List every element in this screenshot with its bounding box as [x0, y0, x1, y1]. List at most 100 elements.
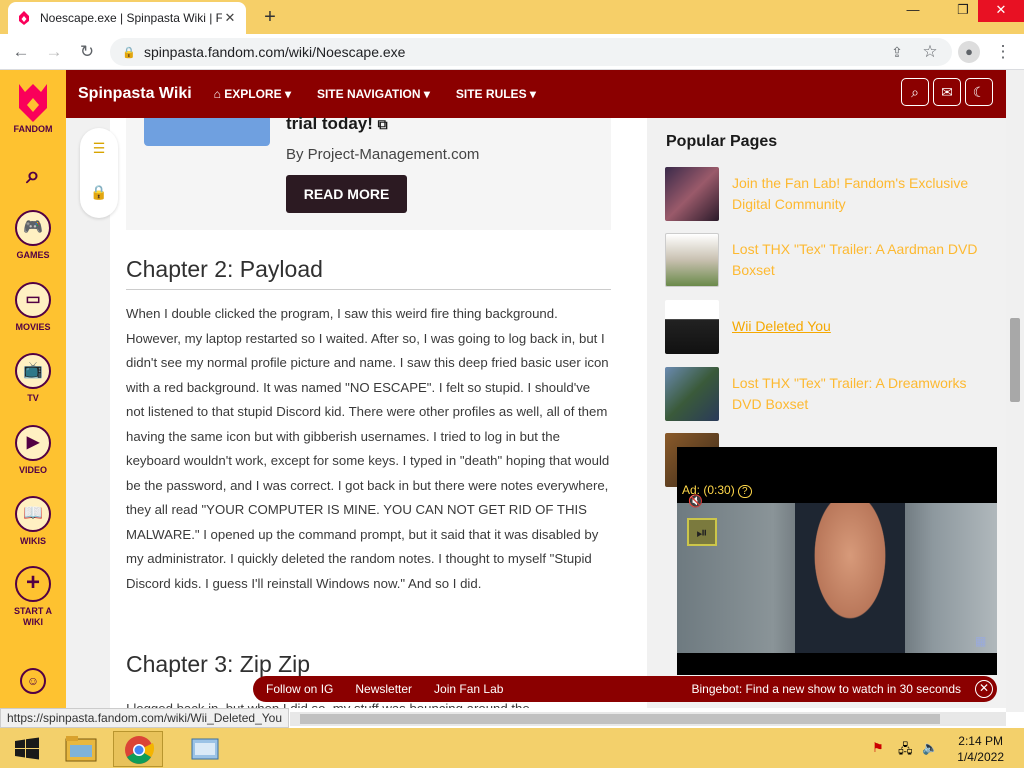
back-icon[interactable]: ←: [10, 41, 32, 63]
chapter-2-paragraph: When I double clicked the program, I saw…: [126, 306, 610, 591]
tab-close-icon[interactable]: ✕: [222, 10, 238, 26]
window-restore-icon[interactable]: ❐: [946, 0, 980, 22]
popular-page-item[interactable]: Lost THX "Tex" Trailer: A Aardman DVD Bo…: [665, 233, 985, 287]
bingebot-promo-link[interactable]: Bingebot: Find a new show to watch in 30…: [692, 682, 962, 696]
rail-label-tv: TV: [27, 393, 39, 403]
plus-icon: +: [15, 566, 51, 602]
ad-choices-icon[interactable]: ▦: [975, 634, 986, 648]
popular-page-label: Wii Deleted You: [732, 318, 831, 334]
popular-page-label: Lost THX "Tex" Trailer: A Dreamworks DVD…: [732, 375, 967, 412]
fandom-flame-icon: [19, 84, 47, 122]
file-explorer-icon[interactable]: [56, 731, 106, 767]
tab-title: Noescape.exe | Spinpasta Wiki | F: [40, 11, 222, 25]
rail-label-start-wiki: START A WIKI: [14, 606, 52, 627]
rail-label-wikis: WIKIS: [20, 536, 46, 546]
horizontal-scroll-thumb[interactable]: [300, 714, 940, 724]
help-icon[interactable]: ?: [738, 485, 752, 498]
window-minimize-icon[interactable]: —: [896, 0, 930, 22]
play-pause-icon[interactable]: ⏯: [687, 518, 717, 546]
popular-page-thumb: [665, 233, 719, 287]
bookmark-star-icon[interactable]: ☆: [919, 41, 941, 63]
chrome-icon[interactable]: [113, 731, 163, 767]
action-center-flag-icon[interactable]: ⚑: [872, 740, 884, 756]
ad-title-text: trial today!: [286, 114, 373, 133]
nav-site-navigation-label: SITE NAVIGATION: [316, 87, 421, 101]
read-more-button[interactable]: READ MORE: [286, 175, 407, 213]
system-clock[interactable]: 2:14 PM 1/4/2022: [957, 733, 1004, 765]
popular-page-label: Join the Fan Lab! Fandom's Exclusive Dig…: [732, 175, 969, 212]
nav-site-navigation[interactable]: SITE NAVIGATION ▾: [317, 87, 430, 101]
table-of-contents-icon[interactable]: ☰: [87, 136, 111, 160]
chapter-2-heading: Chapter 2: Payload: [126, 256, 611, 290]
rail-search[interactable]: ⌕: [0, 160, 66, 200]
theme-toggle-icon[interactable]: ☾: [965, 78, 993, 106]
menu-dots-icon[interactable]: ⋮: [992, 41, 1014, 63]
network-icon[interactable]: 🖧: [898, 740, 913, 762]
wiki-name[interactable]: Spinpasta Wiki: [78, 85, 192, 103]
popular-page-thumb: [665, 300, 719, 354]
window-close-icon[interactable]: ✕: [978, 0, 1024, 22]
rail-label-movies: MOVIES: [15, 322, 51, 332]
browser-tab[interactable]: Noescape.exe | Spinpasta Wiki | F ✕: [8, 2, 246, 34]
rail-account[interactable]: ☺: [0, 668, 66, 698]
rail-item-tv[interactable]: 📺 TV: [0, 353, 66, 403]
profile-icon[interactable]: ●: [958, 41, 980, 63]
status-url: https://spinpasta.fandom.com/wiki/Wii_De…: [0, 708, 290, 728]
volume-muted-icon[interactable]: 🔈: [922, 740, 938, 756]
forward-icon[interactable]: →: [43, 41, 65, 63]
fandom-rail: FANDOM ⌕ 🎮 GAMES ▭ MOVIES 📺 TV ▶ VIDEO 📖…: [0, 70, 66, 728]
nav-site-rules[interactable]: SITE RULES ▾: [456, 87, 536, 101]
tv-icon: 📺: [15, 353, 51, 389]
windows-taskbar: ⚑ 🖧 🔈 2:14 PM 1/4/2022: [0, 728, 1024, 768]
lock-icon: 🔒: [122, 46, 136, 59]
wiki-search-icon[interactable]: ⌕: [901, 78, 929, 106]
video-ad-person: [795, 503, 905, 653]
new-tab-icon[interactable]: +: [258, 5, 282, 29]
rail-item-start-wiki[interactable]: + START A WIKI: [0, 566, 66, 628]
nav-explore[interactable]: ⌂ EXPLORE ▾: [214, 87, 291, 101]
start-button[interactable]: [2, 731, 52, 767]
popular-pages-heading: Popular Pages: [666, 133, 778, 150]
ad-sponsor: By Project-Management.com: [286, 146, 480, 163]
rail-item-video[interactable]: ▶ VIDEO: [0, 425, 66, 475]
join-fan-lab-link[interactable]: Join Fan Lab: [434, 682, 503, 696]
ad-image[interactable]: [144, 118, 270, 146]
popular-page-item[interactable]: Wii Deleted You: [665, 300, 985, 354]
movies-icon: ▭: [15, 282, 51, 318]
page-tools: ☰ 🔒: [80, 128, 118, 218]
fandom-favicon-icon: [19, 11, 29, 25]
rail-item-wikis[interactable]: 📖 WIKIS: [0, 496, 66, 546]
search-icon: ⌕: [26, 162, 40, 189]
games-icon: 🎮: [15, 210, 51, 246]
discussions-icon[interactable]: ✉: [933, 78, 961, 106]
lock-page-icon[interactable]: 🔒: [87, 180, 111, 204]
account-icon: ☺: [20, 668, 46, 694]
follow-ig-link[interactable]: Follow on IG: [266, 682, 333, 696]
address-url: spinpasta.fandom.com/wiki/Noescape.exe: [144, 44, 406, 60]
fan-feed-bar: Follow on IG Newsletter Join Fan Lab Bin…: [253, 676, 997, 702]
wiki-header: Spinpasta Wiki ⌂ EXPLORE ▾ SITE NAVIGATI…: [66, 70, 1006, 118]
fandom-logo[interactable]: FANDOM: [0, 80, 66, 134]
reload-icon[interactable]: ↻: [76, 41, 98, 63]
close-bar-icon[interactable]: ✕: [975, 680, 993, 698]
popular-page-item[interactable]: Lost THX "Tex" Trailer: A Dreamworks DVD…: [665, 367, 985, 421]
rail-label-games: GAMES: [16, 250, 50, 260]
ad-title[interactable]: trial today! ⧉: [286, 114, 388, 134]
nav-site-rules-label: SITE RULES: [455, 87, 527, 101]
mute-icon[interactable]: 🔇: [688, 494, 703, 508]
rail-item-movies[interactable]: ▭ MOVIES: [0, 282, 66, 332]
external-link-icon: ⧉: [377, 116, 388, 132]
popular-page-thumb: [665, 367, 719, 421]
vertical-scroll-thumb[interactable]: [1010, 318, 1020, 402]
control-panel-icon[interactable]: [180, 731, 230, 767]
clock-date: 1/4/2022: [957, 750, 1004, 764]
share-icon[interactable]: ⇪: [886, 41, 908, 63]
windows-logo-icon: [15, 737, 39, 760]
nav-explore-label: EXPLORE: [224, 87, 282, 101]
rail-item-games[interactable]: 🎮 GAMES: [0, 210, 66, 260]
address-bar[interactable]: 🔒 spinpasta.fandom.com/wiki/Noescape.exe: [110, 38, 952, 66]
wikis-icon: 📖: [15, 496, 51, 532]
newsletter-link[interactable]: Newsletter: [355, 682, 412, 696]
popular-page-item[interactable]: Join the Fan Lab! Fandom's Exclusive Dig…: [665, 167, 985, 221]
fandom-brand-label: FANDOM: [13, 124, 53, 134]
